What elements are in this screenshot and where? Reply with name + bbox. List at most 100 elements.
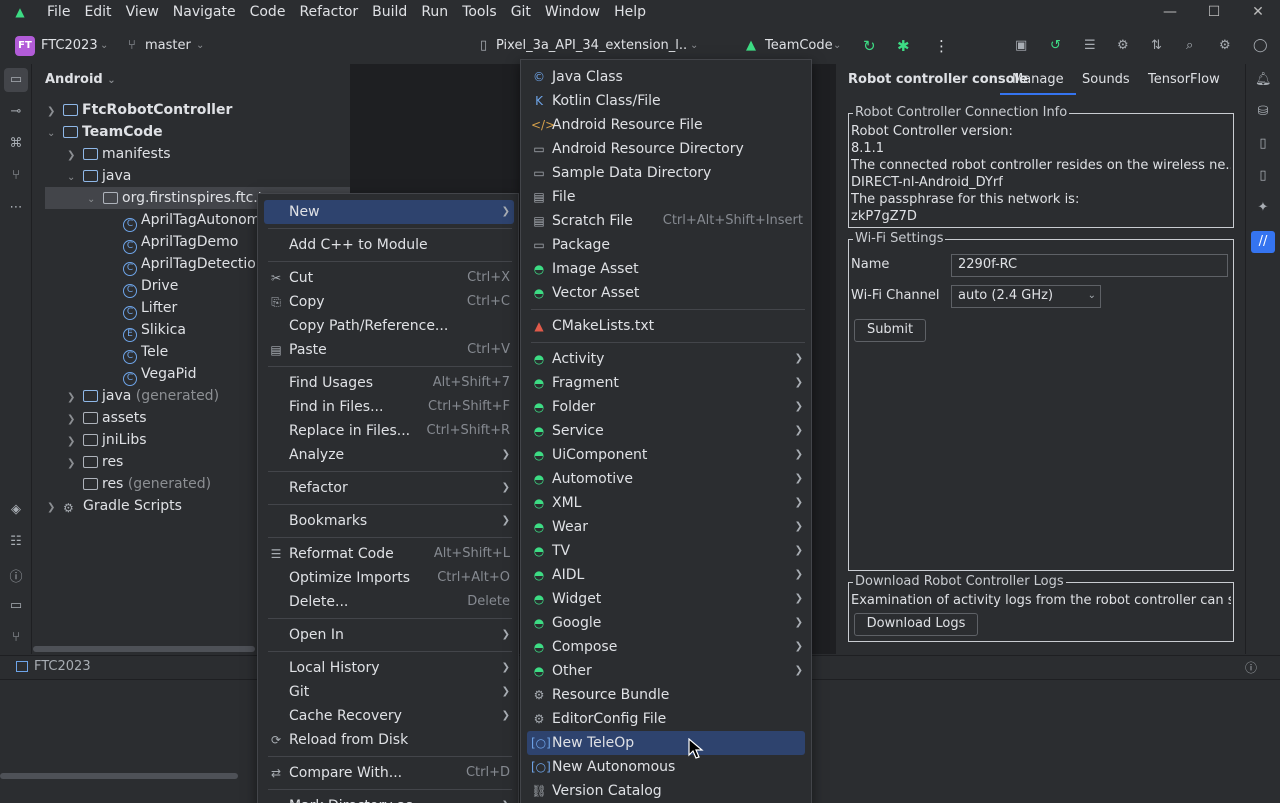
menu-item-mark-directory[interactable]: Mark Directory as❯ (264, 794, 514, 803)
new-item-tv[interactable]: ◓ TV ❯ (527, 539, 807, 563)
menu-item-copy[interactable]: ⎘ Copy Ctrl+C (264, 290, 514, 314)
menu-item-delete[interactable]: Delete... Delete (264, 590, 514, 614)
expand-arrow-icon[interactable]: ❯ (67, 453, 83, 475)
apply-changes-icon[interactable]: ↺ (1050, 30, 1061, 62)
tree-node-res[interactable]: ❯ res (67, 451, 123, 473)
menu-item-open-in[interactable]: Open In ❯ (264, 623, 514, 647)
menu-item-cache-recovery[interactable]: Cache Recovery ❯ (264, 704, 514, 728)
new-item-android-resource-directory[interactable]: ▭ Android Resource Directory (527, 137, 807, 161)
menu-item-local-history[interactable]: Local History ❯ (264, 656, 514, 680)
new-item-editorconfig[interactable]: ⚙ EditorConfig File (527, 707, 807, 731)
new-item-scratch-file[interactable]: ▤ Scratch File Ctrl+Alt+Shift+Insert (527, 209, 807, 233)
new-item-google[interactable]: ◓ Google ❯ (527, 611, 807, 635)
tree-node-res-generated[interactable]: res (generated) (83, 473, 211, 495)
expand-arrow-icon[interactable]: ❯ (67, 387, 83, 409)
menu-file[interactable]: File (40, 0, 77, 24)
tree-node-class[interactable]: C AprilTagDetection (123, 253, 265, 276)
menu-tools[interactable]: Tools (455, 0, 504, 24)
pull-requests-icon[interactable]: ⑂ (8, 168, 24, 183)
collapse-arrow-icon[interactable]: ⌄ (87, 189, 103, 211)
new-item-other[interactable]: ◓ Other ❯ (527, 659, 807, 683)
new-item-activity[interactable]: ◓ Activity ❯ (527, 347, 807, 371)
menu-item-find-usages[interactable]: Find Usages Alt+Shift+7 (264, 371, 514, 395)
tree-node-class[interactable]: C VegaPid (123, 363, 196, 386)
close-icon[interactable]: ✕ (1236, 0, 1280, 24)
menu-build[interactable]: Build (365, 0, 414, 24)
menu-item-cut[interactable]: ✂ Cut Ctrl+X (264, 266, 514, 290)
menu-run[interactable]: Run (414, 0, 455, 24)
collapse-arrow-icon[interactable]: ⌄ (47, 123, 63, 145)
new-item-automotive[interactable]: ◓ Automotive ❯ (527, 467, 807, 491)
logcat-icon[interactable]: ☷ (8, 534, 24, 549)
device-manager-icon[interactable]: ⚙ (1117, 30, 1129, 62)
account-icon[interactable]: ◯ (1253, 30, 1268, 62)
new-item-folder[interactable]: ◓ Folder ❯ (527, 395, 807, 419)
new-item-file[interactable]: ▤ File (527, 185, 807, 209)
notifications-bell-icon[interactable]: 🔔︎ (1255, 72, 1272, 87)
menu-item-new[interactable]: New ❯ (264, 200, 514, 224)
project-horizontal-scrollbar[interactable] (33, 646, 255, 652)
tab-tensorflow[interactable]: TensorFlow (1148, 72, 1220, 87)
tree-node-ftcrobotcontroller[interactable]: ❯ FtcRobotController (47, 99, 232, 121)
menu-view[interactable]: View (119, 0, 166, 24)
structure-icon[interactable]: ⌘ (8, 136, 24, 151)
tree-node-gradle-scripts[interactable]: ❯ ⚙ Gradle Scripts (47, 495, 182, 517)
wifi-channel-select[interactable]: auto (2.4 GHz) ⌄ (951, 285, 1101, 308)
project-folder-icon[interactable]: ▭ (4, 68, 28, 92)
menu-item-copy-path[interactable]: Copy Path/Reference... (264, 314, 514, 338)
menu-edit[interactable]: Edit (77, 0, 118, 24)
menu-item-optimize-imports[interactable]: Optimize Imports Ctrl+Alt+O (264, 566, 514, 590)
tab-sounds[interactable]: Sounds (1082, 72, 1130, 87)
tree-node-assets[interactable]: ❯ assets (67, 407, 147, 429)
menu-item-find-in-files[interactable]: Find in Files... Ctrl+Shift+F (264, 395, 514, 419)
menu-code[interactable]: Code (243, 0, 293, 24)
menu-item-git[interactable]: Git ❯ (264, 680, 514, 704)
sync-project-icon[interactable]: ▣ (1015, 30, 1027, 62)
expand-arrow-icon[interactable]: ❯ (47, 497, 63, 519)
new-item-wear[interactable]: ◓ Wear ❯ (527, 515, 807, 539)
wifi-name-input[interactable]: 2290f-RC (951, 254, 1228, 277)
new-item-cmakelists[interactable]: ▲ CMakeLists.txt (527, 314, 807, 338)
device-file-explorer-icon[interactable]: ▯ (1255, 136, 1271, 151)
new-item-service[interactable]: ◓ Service ❯ (527, 419, 807, 443)
new-item-resource-bundle[interactable]: ⚙ Resource Bundle (527, 683, 807, 707)
robot-console-icon[interactable]: // (1251, 231, 1275, 253)
new-item-xml[interactable]: ◓ XML ❯ (527, 491, 807, 515)
debug-icon[interactable]: ✱ (897, 30, 910, 62)
download-logs-button[interactable]: Download Logs (854, 613, 978, 636)
new-item-new-teleop[interactable]: [○] New TeleOp (527, 731, 805, 755)
settings-gear-icon[interactable]: ⚙ (1219, 30, 1231, 62)
new-item-android-resource-file[interactable]: </> Android Resource File (527, 113, 807, 137)
run-tab-label[interactable]: FTC2023 (34, 659, 91, 674)
project-badge[interactable]: FT (15, 36, 35, 56)
new-item-compose[interactable]: ◓ Compose ❯ (527, 635, 807, 659)
menu-git[interactable]: Git (504, 0, 538, 24)
event-log-icon[interactable]: ⓘ (1245, 659, 1257, 676)
new-item-version-catalog[interactable]: ⛓ Version Catalog (527, 779, 807, 803)
rerun-icon[interactable]: ↻ (863, 30, 876, 62)
tree-node-teamcode[interactable]: ⌄ TeamCode (47, 121, 163, 143)
new-item-fragment[interactable]: ◓ Fragment ❯ (527, 371, 807, 395)
tree-node-class[interactable]: C AprilTagAutonomo (123, 209, 269, 232)
expand-arrow-icon[interactable]: ❯ (67, 145, 83, 167)
sdk-manager-icon[interactable]: ⇅ (1151, 30, 1162, 62)
expand-arrow-icon[interactable]: ❯ (67, 409, 83, 431)
tree-node-manifests[interactable]: ❯ manifests (67, 143, 171, 165)
menu-refactor[interactable]: Refactor (292, 0, 365, 24)
submit-button[interactable]: Submit (854, 319, 926, 342)
build-variants-icon[interactable]: ◈ (8, 502, 24, 517)
new-item-widget[interactable]: ◓ Widget ❯ (527, 587, 807, 611)
menu-help[interactable]: Help (607, 0, 653, 24)
menu-item-replace-in-files[interactable]: Replace in Files... Ctrl+Shift+R (264, 419, 514, 443)
tree-node-enum[interactable]: E Slikica (123, 319, 186, 342)
new-item-java-class[interactable]: © Java Class (527, 65, 807, 89)
new-item-sample-data-directory[interactable]: ▭ Sample Data Directory (527, 161, 807, 185)
terminal-icon[interactable]: ▭ (8, 598, 24, 613)
new-item-image-asset[interactable]: ◓ Image Asset (527, 257, 807, 281)
new-item-aidl[interactable]: ◓ AIDL ❯ (527, 563, 807, 587)
menu-item-reload-from-disk[interactable]: ⟳ Reload from Disk (264, 728, 514, 752)
menu-item-paste[interactable]: ▤ Paste Ctrl+V (264, 338, 514, 362)
tree-node-class[interactable]: C Lifter (123, 297, 177, 320)
tree-node-class[interactable]: C Tele (123, 341, 168, 364)
git-branch-selector[interactable]: master (145, 30, 191, 62)
